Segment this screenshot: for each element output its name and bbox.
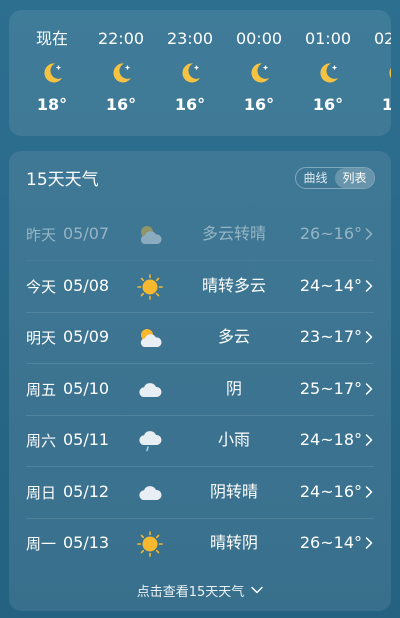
day-condition: 多云	[217, 327, 250, 346]
day-name: 周六	[26, 432, 57, 450]
day-row[interactable]: 昨天 05/07 多云转晴 26~16°	[9, 209, 391, 261]
toggle-list[interactable]: 列表	[335, 168, 374, 188]
day-row[interactable]: 周五 05/10 阴 25~17°	[9, 364, 391, 416]
day-row[interactable]: 周日 05/12 阴转晴 24~16°	[9, 467, 391, 519]
chevron-right-icon	[364, 535, 374, 551]
day-date: 05/08	[63, 275, 110, 295]
sun-icon	[136, 273, 164, 301]
view-15-day-label: 点击查看15天天气	[136, 584, 245, 600]
day-condition: 小雨	[217, 430, 250, 449]
hourly-item: 22:00 16°	[89, 10, 153, 136]
moon-icon	[107, 59, 135, 87]
hourly-item: 02:00 16°	[365, 10, 391, 136]
day-temp-range: 23~17°	[299, 327, 362, 346]
chevron-right-icon	[364, 329, 374, 345]
day-name: 周五	[26, 380, 57, 399]
hourly-item: 00:00 16°	[227, 10, 291, 136]
hourly-time: 01:00	[304, 29, 352, 48]
hourly-time: 22:00	[97, 29, 145, 48]
moon-icon	[383, 59, 391, 87]
hourly-temp: 16°	[105, 95, 137, 114]
day-condition: 多云转晴	[201, 224, 266, 243]
chevron-right-icon	[364, 381, 374, 397]
day-condition: 晴转多云	[201, 275, 266, 295]
sun-icon	[136, 530, 164, 558]
day-temp-range: 25~17°	[299, 378, 362, 398]
daily-forecast-card: 15天天气 曲线 列表 昨天 05/07 多云转晴 26~16° 今天 05/08 晴转多云…	[9, 151, 391, 611]
partly-cloudy-icon	[136, 221, 164, 249]
daily-forecast-title: 15天天气	[26, 170, 99, 190]
day-temp-range: 24~16°	[299, 481, 362, 501]
day-date: 05/10	[63, 378, 110, 398]
hourly-time: 00:00	[235, 29, 283, 48]
view-toggle: 曲线 列表	[295, 167, 375, 189]
day-date: 05/11	[63, 430, 110, 449]
light-rain-icon	[136, 427, 164, 455]
day-row[interactable]: 周一 05/13 晴转阴 26~14°	[9, 518, 391, 570]
day-temp-range: 24~14°	[299, 275, 362, 295]
toggle-curve[interactable]: 曲线	[296, 168, 335, 188]
hourly-temp: 16°	[174, 95, 206, 114]
day-row[interactable]: 今天 05/08 晴转多云 24~14°	[9, 261, 391, 313]
hourly-time: 23:00	[166, 29, 214, 48]
day-condition: 晴转阴	[209, 533, 258, 552]
cloud-icon	[136, 376, 164, 404]
day-date: 05/12	[63, 481, 110, 501]
hourly-temp: 16°	[243, 95, 275, 114]
hourly-temp: 18°	[36, 95, 68, 114]
day-temp-range: 26~14°	[299, 533, 362, 552]
view-15-day-link[interactable]: 点击查看15天天气	[9, 579, 391, 601]
day-row[interactable]: 明天 05/09 多云 23~17°	[9, 312, 391, 364]
hourly-item: 01:00 16°	[296, 10, 360, 136]
chevron-right-icon	[364, 278, 374, 294]
hourly-time: 02:00	[373, 29, 391, 48]
moon-icon	[245, 59, 273, 87]
chevron-right-icon	[364, 226, 374, 242]
hourly-item: 现在 18°	[20, 10, 84, 136]
day-temp-range: 26~16°	[299, 224, 362, 243]
day-date: 05/09	[63, 327, 110, 346]
hourly-time: 现在	[35, 29, 68, 48]
moon-icon	[314, 59, 342, 87]
day-condition: 阴转晴	[209, 481, 258, 501]
day-name: 今天	[26, 277, 57, 296]
hourly-item: 23:00 16°	[158, 10, 222, 136]
day-name: 昨天	[26, 226, 57, 244]
day-condition: 阴	[225, 378, 242, 398]
day-date: 05/13	[63, 533, 110, 552]
day-name: 明天	[26, 329, 57, 347]
chevron-right-icon	[364, 484, 374, 500]
chevron-right-icon	[364, 432, 374, 448]
day-row[interactable]: 周六 05/11 小雨 24~18°	[9, 415, 391, 467]
hourly-forecast-card[interactable]: 现在18°22:0016°23:0016°00:0016°01:0016°02:…	[9, 10, 391, 136]
day-name: 周日	[26, 483, 57, 502]
moon-icon	[38, 59, 66, 87]
chevron-down-icon	[251, 586, 263, 594]
partly-cloudy-icon	[136, 324, 164, 352]
hourly-temp: 16°	[312, 95, 344, 114]
hourly-temp: 16°	[381, 95, 391, 114]
day-temp-range: 24~18°	[299, 430, 362, 449]
moon-icon	[176, 59, 204, 87]
cloud-icon	[136, 479, 164, 507]
day-date: 05/07	[63, 224, 110, 243]
day-name: 周一	[26, 535, 57, 553]
